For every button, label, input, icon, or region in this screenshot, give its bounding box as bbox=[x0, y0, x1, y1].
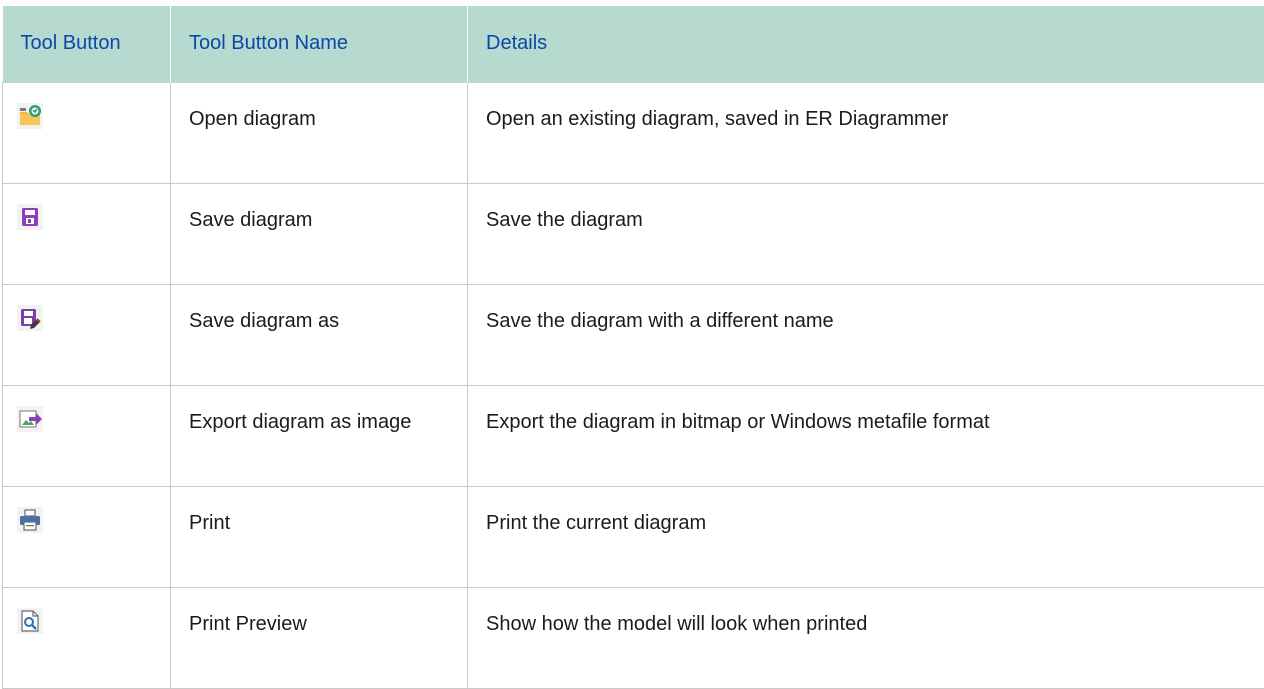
open-folder-icon bbox=[17, 103, 43, 129]
tool-button-details: Export the diagram in bitmap or Windows … bbox=[468, 385, 1264, 486]
tool-button-cell bbox=[3, 587, 171, 688]
table-row: Print Preview Show how the model will lo… bbox=[3, 587, 1264, 688]
header-tool-button: Tool Button bbox=[3, 6, 171, 82]
tool-button-name: Save diagram bbox=[171, 183, 468, 284]
header-details: Details bbox=[468, 6, 1264, 82]
table-header: Tool Button Tool Button Name Details bbox=[3, 6, 1264, 82]
save-as-disk-icon bbox=[17, 305, 43, 331]
tool-button-name: Print bbox=[171, 486, 468, 587]
table-row: Open diagram Open an existing diagram, s… bbox=[3, 82, 1264, 183]
table-row: Print Print the current diagram bbox=[3, 486, 1264, 587]
tool-buttons-table: Tool Button Tool Button Name Details bbox=[2, 6, 1264, 689]
export-image-icon bbox=[17, 406, 43, 432]
print-preview-icon bbox=[17, 608, 43, 634]
tool-button-cell bbox=[3, 385, 171, 486]
save-disk-icon bbox=[17, 204, 43, 230]
table-row: Export diagram as image Export the diagr… bbox=[3, 385, 1264, 486]
table-row: Save diagram Save the diagram bbox=[3, 183, 1264, 284]
tool-button-cell bbox=[3, 183, 171, 284]
tool-button-cell bbox=[3, 82, 171, 183]
tool-button-cell bbox=[3, 486, 171, 587]
tool-button-details: Save the diagram bbox=[468, 183, 1264, 284]
header-tool-button-name: Tool Button Name bbox=[171, 6, 468, 82]
tool-button-details: Save the diagram with a different name bbox=[468, 284, 1264, 385]
tool-button-details: Open an existing diagram, saved in ER Di… bbox=[468, 82, 1264, 183]
header-row: Tool Button Tool Button Name Details bbox=[3, 6, 1264, 82]
tool-button-name: Save diagram as bbox=[171, 284, 468, 385]
table-row: Save diagram as Save the diagram with a … bbox=[3, 284, 1264, 385]
printer-icon bbox=[17, 507, 43, 533]
tool-button-name: Export diagram as image bbox=[171, 385, 468, 486]
tool-button-name: Print Preview bbox=[171, 587, 468, 688]
tool-button-details: Print the current diagram bbox=[468, 486, 1264, 587]
tool-button-name: Open diagram bbox=[171, 82, 468, 183]
tool-button-cell bbox=[3, 284, 171, 385]
table-body: Open diagram Open an existing diagram, s… bbox=[3, 82, 1264, 688]
tool-button-details: Show how the model will look when printe… bbox=[468, 587, 1264, 688]
